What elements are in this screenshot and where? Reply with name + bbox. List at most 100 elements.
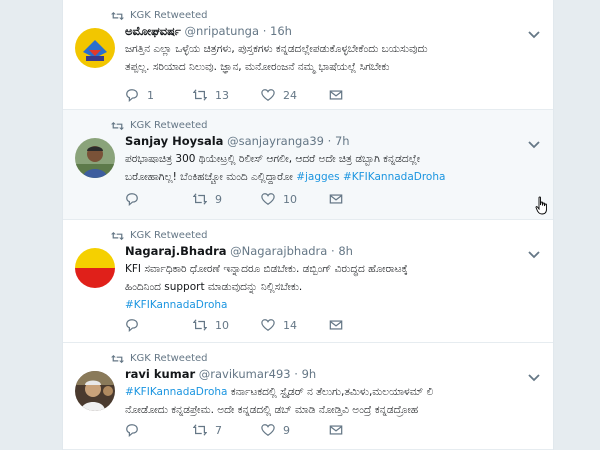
retweet-button[interactable]: 13 <box>193 88 261 102</box>
tweet-time[interactable]: 8h <box>338 244 353 258</box>
avatar[interactable] <box>75 28 115 68</box>
like-button[interactable]: 9 <box>261 423 329 437</box>
heart-icon <box>261 424 275 436</box>
retweet-button[interactable]: 7 <box>193 423 261 437</box>
envelope-icon <box>329 194 343 204</box>
tweet-text: ಜಗತ್ತಿನ ಎಲ್ಲಾ ಒಳ್ಳೆಯ ಚಿತ್ರಗಳು, ಪುಸ್ತಕಗಳು… <box>125 40 535 76</box>
reply-icon <box>126 193 138 206</box>
retweet-icon <box>193 193 207 205</box>
tweet-text-line: ನೋಡೋದು ಕನ್ನಡಪ್ರೇಮ. ಅದೇ ಕನ್ನಡದಲ್ಲಿ ಡಬ್ ಮಾ… <box>125 404 419 416</box>
tweet-time[interactable]: 9h <box>302 367 317 381</box>
like-count: 24 <box>283 88 297 102</box>
retweet-label: KGK Retweeted <box>130 120 208 131</box>
chevron-down-icon[interactable] <box>527 373 541 383</box>
tweet-header: Nagaraj.Bhadra @Nagarajbhadra · 8h <box>125 244 353 258</box>
reply-button[interactable] <box>125 423 193 437</box>
author-name[interactable]: Sanjay Hoysala <box>125 134 223 148</box>
tweet-actions: 1 13 24 <box>125 88 397 102</box>
heart-icon <box>261 319 275 331</box>
tweet-time[interactable]: 7h <box>335 134 350 148</box>
tweet-time[interactable]: 16h <box>270 24 292 38</box>
message-button[interactable] <box>329 192 397 206</box>
retweet-context: KGK Retweeted <box>111 10 208 21</box>
tweet-text-line: ತಪ್ಪಲ್ಲ. ಸರಿಯಾದ ನಿಲುವು. ಜ್ಞಾನ, ಮನೋರಂಜನೆ … <box>125 61 390 73</box>
hashtag-link[interactable]: #KFIKannadaDroha <box>343 171 445 183</box>
retweet-icon <box>193 319 207 331</box>
envelope-icon <box>329 90 343 100</box>
hand-cursor-icon <box>535 196 547 215</box>
tweet[interactable]: KGK Retweeted Sanjay Hoysala @sanjayrang… <box>63 110 553 220</box>
tweet-actions: 7 9 <box>125 423 397 437</box>
retweet-icon <box>111 11 124 20</box>
avatar[interactable] <box>75 371 115 411</box>
timeline: KGK Retweeted ಅಮೋಘವರ್ಷ @nripatunga · 16h… <box>62 0 554 450</box>
hashtag-link[interactable]: #KFIKannadaDroha <box>125 296 535 314</box>
heart-icon <box>261 89 275 101</box>
avatar[interactable] <box>75 248 115 288</box>
separator-dot: · <box>262 24 267 38</box>
tweet-text: ಪರಭಾಷಾಚಿತ್ರ 300 ಥಿಯೇಟ್ರಲ್ಲಿ ರಿಲೀಸ್ ಆಗಲೀ,… <box>125 150 535 186</box>
reply-button[interactable] <box>125 192 193 206</box>
author-handle[interactable]: @sanjayranga39 <box>227 134 324 148</box>
reply-button[interactable] <box>125 318 193 332</box>
reply-icon <box>126 319 138 332</box>
avatar[interactable] <box>75 138 115 178</box>
tweet-text-line: #KFIKannadaDroha ಕರ್ನಾಟಕದಲ್ಲಿ ಸ್ಟೈಡರ್ ನ … <box>125 383 535 401</box>
retweet-button[interactable]: 10 <box>193 318 261 332</box>
tweet-text-line: ಪರಭಾಷಾಚಿತ್ರ 300 ಥಿಯೇಟ್ರಲ್ಲಿ ರಿಲೀಸ್ ಆಗಲೀ,… <box>125 153 421 165</box>
retweet-context: KGK Retweeted <box>111 230 208 241</box>
tweet-text-line: ಜಗತ್ತಿನ ಎಲ್ಲಾ ಒಳ್ಳೆಯ ಚಿತ್ರಗಳು, ಪುಸ್ತಕಗಳು… <box>125 43 428 55</box>
tweet-text-fragment: ಬರೋಹಾಗಿಲ್ಲ! ಬೆಂಕಿಹಚ್ಚೋ ಮಂದಿ ಎಲ್ಲಿದ್ದಾರೋ <box>125 171 293 183</box>
tweet-header: Sanjay Hoysala @sanjayranga39 · 7h <box>125 134 350 148</box>
chevron-down-icon[interactable] <box>527 30 541 40</box>
tweet-text-line: ಹಿಂದಿನಿಂದ support ಮಾಡುವುದನ್ನು ನಿಲ್ಲಿಸಬೇಕ… <box>125 281 303 293</box>
like-count: 14 <box>283 318 297 332</box>
tweet[interactable]: KGK Retweeted ಅಮೋಘವರ್ಷ @nripatunga · 16h… <box>63 0 553 110</box>
retweet-icon <box>111 231 124 240</box>
retweet-context: KGK Retweeted <box>111 120 208 131</box>
message-button[interactable] <box>329 88 397 102</box>
author-name[interactable]: ಅಮೋಘವರ್ಷ <box>125 24 181 38</box>
heart-icon <box>261 193 275 205</box>
like-button[interactable]: 24 <box>261 88 329 102</box>
separator-dot: · <box>331 244 335 258</box>
retweet-icon <box>111 354 124 363</box>
chevron-down-icon[interactable] <box>527 250 541 260</box>
author-name[interactable]: ravi kumar <box>125 367 195 381</box>
retweet-context: KGK Retweeted <box>111 353 208 364</box>
retweet-count: 7 <box>215 423 222 437</box>
envelope-icon <box>329 425 343 435</box>
retweet-label: KGK Retweeted <box>130 10 208 21</box>
like-button[interactable]: 14 <box>261 318 329 332</box>
tweet[interactable]: KGK Retweeted Nagaraj.Bhadra @Nagarajbha… <box>63 220 553 343</box>
tweet-text-line: KFI ಸರ್ವಾಧಿಕಾರಿ ಧೋರಣೆ ಇನ್ನಾದರೂ ಬಿಡಬೇಕು. … <box>125 263 408 275</box>
tweet-text: KFI ಸರ್ವಾಧಿಕಾರಿ ಧೋರಣೆ ಇನ್ನಾದರೂ ಬಿಡಬೇಕು. … <box>125 260 535 314</box>
retweet-label: KGK Retweeted <box>130 353 208 364</box>
separator-dot: · <box>327 134 332 148</box>
like-button[interactable]: 10 <box>261 192 329 206</box>
author-handle[interactable]: @Nagarajbhadra <box>230 244 327 258</box>
reply-icon <box>126 89 138 102</box>
reply-button[interactable]: 1 <box>125 88 193 102</box>
retweet-count: 9 <box>215 192 222 206</box>
like-count: 10 <box>283 192 297 206</box>
message-button[interactable] <box>329 318 397 332</box>
tweet-actions: 10 14 <box>125 318 397 332</box>
message-button[interactable] <box>329 423 397 437</box>
retweet-icon <box>193 89 207 101</box>
reply-count: 1 <box>147 88 154 102</box>
retweet-count: 13 <box>215 88 229 102</box>
chevron-down-icon[interactable] <box>527 140 541 150</box>
retweet-label: KGK Retweeted <box>130 230 208 241</box>
tweet-text-line: ಬರೋಹಾಗಿಲ್ಲ! ಬೆಂಕಿಹಚ್ಚೋ ಮಂದಿ ಎಲ್ಲಿದ್ದಾರೋ … <box>125 168 535 186</box>
envelope-icon <box>329 320 343 330</box>
tweet[interactable]: KGK Retweeted ravi kumar @ravikumar493 ·… <box>63 343 553 450</box>
retweet-button[interactable]: 9 <box>193 192 261 206</box>
author-handle[interactable]: @ravikumar493 <box>199 367 291 381</box>
hashtag-link[interactable]: #jagges <box>296 171 339 183</box>
hashtag-link[interactable]: #KFIKannadaDroha <box>125 386 227 398</box>
author-name[interactable]: Nagaraj.Bhadra <box>125 244 227 258</box>
reply-icon <box>126 424 138 437</box>
separator-dot: · <box>294 367 298 381</box>
author-handle[interactable]: @nripatunga <box>185 24 260 38</box>
